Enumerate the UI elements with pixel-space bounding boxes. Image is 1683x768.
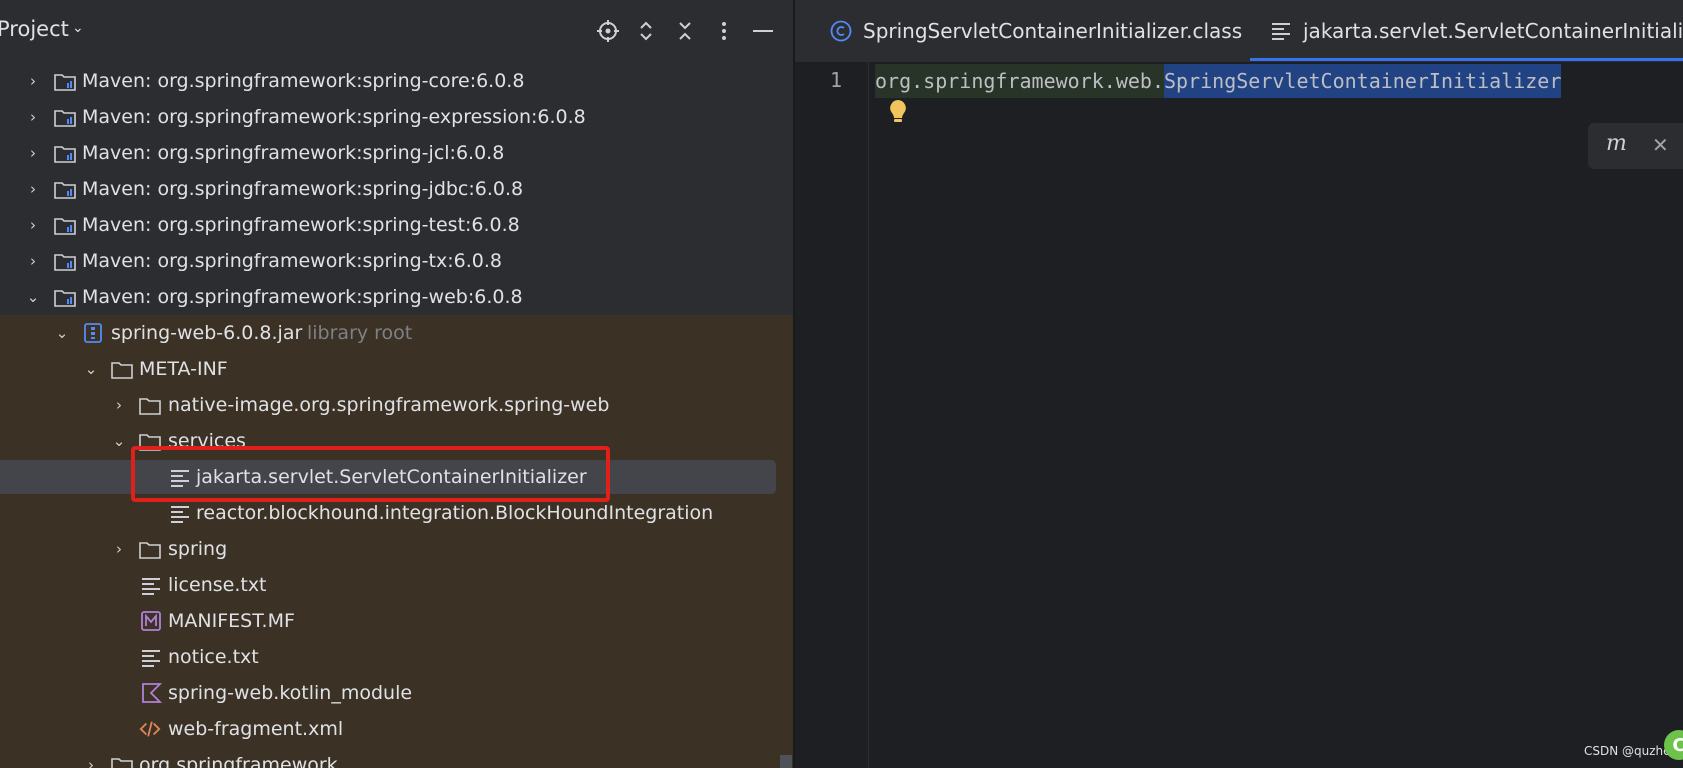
tree-label: Maven: org.springframework:spring-core:6… (82, 70, 525, 92)
maven-library-icon (54, 182, 76, 199)
project-title[interactable]: Project (0, 17, 69, 41)
library-root-hint: library root (307, 322, 413, 344)
tree-label: license.txt (168, 574, 267, 596)
active-tab-indicator (1250, 58, 1683, 61)
class-icon (830, 20, 852, 42)
tree-row-spring-jcl[interactable]: › Maven: org.springframework:spring-jcl:… (0, 135, 793, 171)
text-file-icon (142, 578, 160, 595)
tree-row-org-springframework[interactable]: › org.springframework (0, 747, 793, 768)
tree-label: META-INF (139, 358, 228, 380)
text-file-icon (171, 506, 189, 523)
project-panel: Project ⌄ › Maven: org.springframework:s… (0, 0, 793, 768)
tree-label: Maven: org.springframework:spring-jcl:6.… (82, 142, 505, 164)
tree-label: MANIFEST.MF (168, 610, 295, 632)
code-line[interactable]: org.springframework.web. SpringServletCo… (875, 64, 1675, 98)
collapse-all-icon[interactable] (670, 14, 700, 48)
maven-library-icon (54, 254, 76, 271)
line-gutter: 1 (795, 62, 869, 768)
tab-label: SpringServletContainerInitializer.class (863, 19, 1243, 43)
chevron-down-icon[interactable]: ⌄ (72, 20, 84, 36)
code-editor[interactable]: 1 org.springframework.web. SpringServlet… (795, 62, 1683, 768)
tree-row-web-fragment[interactable]: web-fragment.xml (0, 711, 793, 747)
folder-icon (139, 398, 161, 415)
scrollbar-thumb[interactable] (780, 755, 792, 768)
maven-library-icon (54, 146, 76, 163)
tree-row-notice[interactable]: notice.txt (0, 639, 793, 675)
tree-label: spring-web-6.0.8.jar (111, 322, 303, 344)
tree-label: web-fragment.xml (168, 718, 344, 740)
highlight-annotation-box (131, 446, 610, 502)
tree-label: Maven: org.springframework:spring-expres… (82, 106, 586, 128)
manifest-file-icon (141, 611, 161, 631)
tree-row-spring-folder[interactable]: › spring (0, 531, 793, 567)
more-options-icon[interactable] (709, 14, 739, 48)
maven-library-icon (54, 218, 76, 235)
chevron-down-icon[interactable]: ⌄ (21, 279, 45, 315)
maven-library-icon (54, 290, 76, 307)
folder-icon (111, 362, 133, 379)
folder-icon (139, 542, 161, 559)
tree-label: Maven: org.springframework:spring-test:6… (82, 214, 520, 236)
chevron-right-icon[interactable]: › (21, 207, 45, 243)
folder-icon (111, 758, 133, 768)
chevron-right-icon[interactable]: › (21, 63, 45, 99)
chevron-right-icon[interactable]: › (79, 747, 103, 768)
tree-row-jar[interactable]: ⌄ spring-web-6.0.8.jar library root (0, 315, 793, 351)
maven-library-icon (54, 74, 76, 91)
chevron-down-icon[interactable]: ⌄ (50, 315, 74, 351)
maven-reload-popup: m ✕ (1588, 123, 1683, 169)
minimize-icon[interactable] (748, 14, 778, 48)
chevron-down-icon[interactable]: ⌄ (107, 423, 131, 459)
chevron-right-icon[interactable]: › (21, 99, 45, 135)
chevron-right-icon[interactable]: › (21, 243, 45, 279)
locate-icon[interactable] (593, 14, 623, 48)
editor-tab-bar: SpringServletContainerInitializer.class … (795, 0, 1683, 63)
chevron-right-icon[interactable]: › (21, 171, 45, 207)
tree-label: notice.txt (168, 646, 259, 668)
expand-collapse-icon[interactable] (631, 14, 661, 48)
tree-row-spring-web[interactable]: ⌄ Maven: org.springframework:spring-web:… (0, 279, 793, 315)
tree-row-spring-jdbc[interactable]: › Maven: org.springframework:spring-jdbc… (0, 171, 793, 207)
xml-file-icon (139, 721, 161, 737)
tree-row-spring-test[interactable]: › Maven: org.springframework:spring-test… (0, 207, 793, 243)
tree-row-manifest[interactable]: MANIFEST.MF (0, 603, 793, 639)
tree-label: native-image.org.springframework.spring-… (168, 394, 610, 416)
tab-label: jakarta.servlet.ServletContainerInitiali… (1303, 19, 1683, 43)
tree-label: Maven: org.springframework:spring-tx:6.0… (82, 250, 502, 272)
kotlin-module-icon (142, 683, 162, 703)
tree-row-spring-core[interactable]: › Maven: org.springframework:spring-core… (0, 63, 793, 99)
close-icon[interactable]: ✕ (1652, 133, 1669, 157)
tab-class-file[interactable]: SpringServletContainerInitializer.class (829, 0, 1242, 62)
maven-reload-icon[interactable]: m (1606, 131, 1627, 156)
tree-label: spring (168, 538, 228, 560)
tree-row-spring-expression[interactable]: › Maven: org.springframework:spring-expr… (0, 99, 793, 135)
tree-row-meta-inf[interactable]: ⌄ META-INF (0, 351, 793, 387)
project-header: Project ⌄ (0, 0, 793, 64)
line-number: 1 (830, 68, 843, 92)
text-file-icon (1272, 23, 1290, 40)
maven-library-icon (54, 110, 76, 127)
text-file-icon (142, 650, 160, 667)
chevron-down-icon[interactable]: ⌄ (79, 351, 103, 387)
tab-services-file[interactable]: jakarta.servlet.ServletContainerInitiali… (1269, 0, 1683, 62)
tree-label: org.springframework (139, 754, 338, 768)
chevron-right-icon[interactable]: › (107, 387, 131, 423)
tree-row-kotlin-module[interactable]: spring-web.kotlin_module (0, 675, 793, 711)
lightbulb-icon[interactable] (887, 98, 909, 128)
tree-label: Maven: org.springframework:spring-jdbc:6… (82, 178, 524, 200)
jar-archive-icon (84, 323, 102, 343)
tree-label: Maven: org.springframework:spring-web:6.… (82, 286, 523, 308)
chevron-right-icon[interactable]: › (107, 531, 131, 567)
selected-code-text: SpringServletContainerInitializer (1164, 64, 1562, 98)
chevron-right-icon[interactable]: › (21, 135, 45, 171)
tree-label: spring-web.kotlin_module (168, 682, 413, 704)
code-text: org.springframework.web. (875, 64, 1164, 98)
tree-row-license[interactable]: license.txt (0, 567, 793, 603)
tree-row-spring-tx[interactable]: › Maven: org.springframework:spring-tx:6… (0, 243, 793, 279)
tree-row-native-image[interactable]: › native-image.org.springframework.sprin… (0, 387, 793, 423)
